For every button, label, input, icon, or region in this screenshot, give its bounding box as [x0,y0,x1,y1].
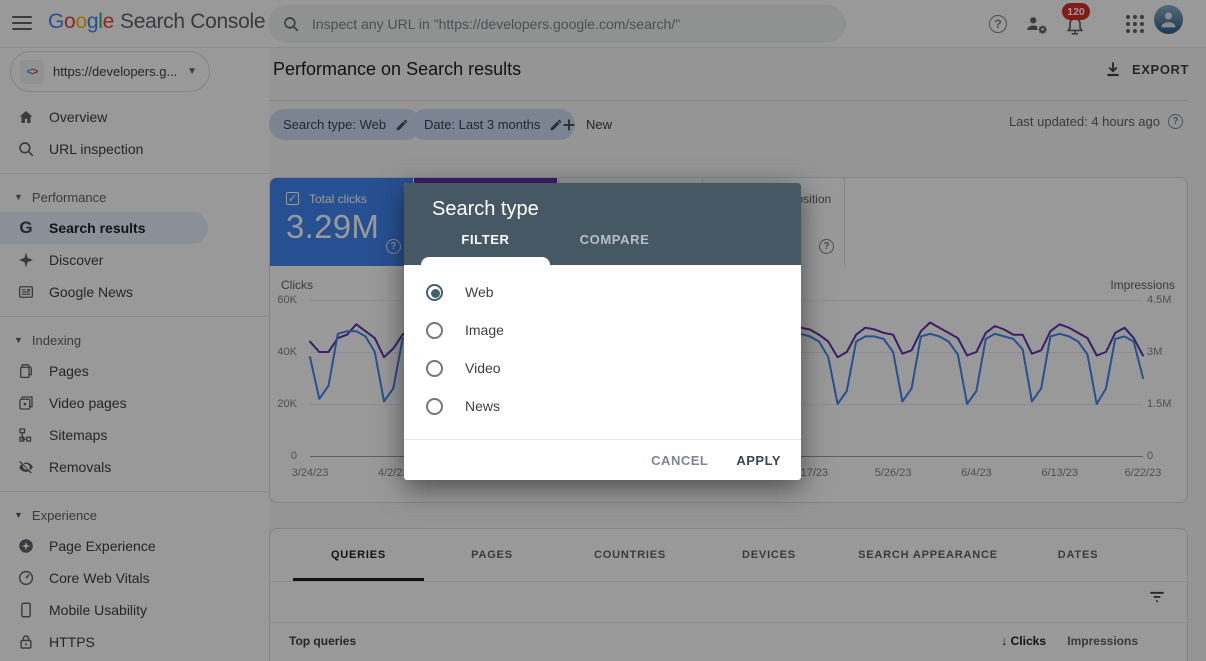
dialog-footer: CANCEL APPLY [404,439,801,480]
search-type-option-image[interactable]: Image [404,311,801,349]
radio-icon [426,322,443,339]
search-type-option-news[interactable]: News [404,387,801,425]
search-type-option-web[interactable]: Web [404,273,801,311]
radio-icon [426,398,443,415]
google-search-console-app: GoogleSearch Console ? 120 <> https://de… [0,0,1206,661]
radio-selected-icon [426,284,443,301]
dialog-header: Search type FILTER COMPARE [404,183,801,265]
search-type-dialog: Search type FILTER COMPARE WebImageVideo… [404,183,801,480]
apply-button[interactable]: APPLY [736,453,781,468]
cancel-button[interactable]: CANCEL [651,453,708,468]
active-tab-indicator [421,257,550,265]
tab-compare[interactable]: COMPARE [550,227,679,257]
dialog-title: Search type [432,198,539,221]
tab-filter[interactable]: FILTER [421,227,550,257]
radio-icon [426,360,443,377]
search-type-option-video[interactable]: Video [404,349,801,387]
